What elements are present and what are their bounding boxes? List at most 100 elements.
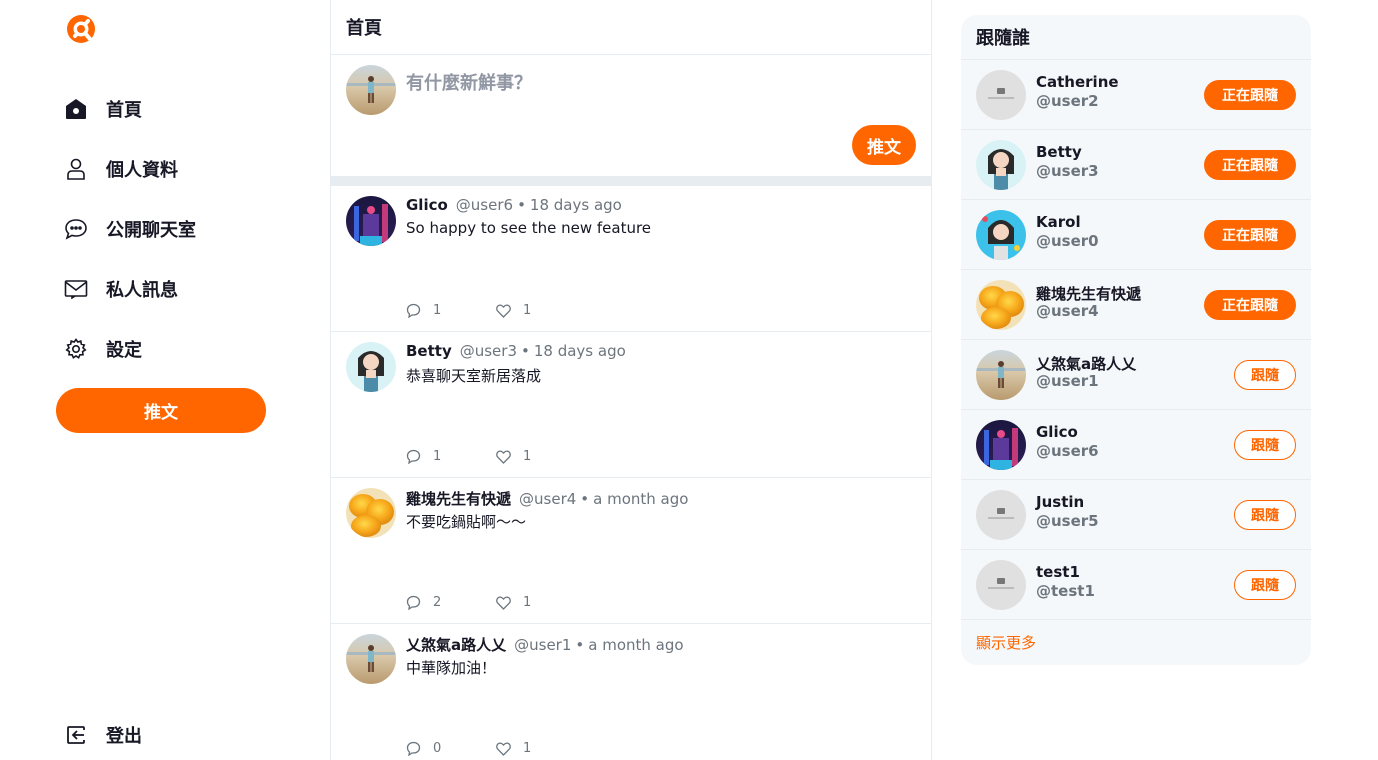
follow-user-handle: @user6 (1036, 442, 1099, 460)
follow-user-name[interactable]: Catherine (1036, 73, 1119, 91)
nav-label: 首頁 (106, 100, 142, 121)
nav-item-public-chat[interactable]: 公開聊天室 (64, 214, 196, 244)
reply-icon (406, 741, 421, 756)
tweet-handle: @user3 (459, 342, 517, 360)
avatar[interactable] (976, 210, 1026, 260)
avatar[interactable] (976, 140, 1026, 190)
follow-user-name[interactable]: Glico (1036, 423, 1078, 441)
reply-count: 1 (433, 303, 442, 318)
nav-item-profile[interactable]: 個人資料 (64, 154, 178, 184)
heart-icon (496, 449, 511, 464)
separator: • (580, 490, 590, 508)
nav-item-home[interactable]: 首頁 (64, 94, 142, 124)
tweet-author-name[interactable]: 雞塊先生有快遞 (406, 488, 511, 509)
tweet-time: a month ago (593, 490, 689, 508)
following-button[interactable]: 正在跟隨 (1204, 290, 1296, 320)
reply-icon (406, 449, 421, 464)
tweet-author-name[interactable]: Betty (406, 342, 452, 360)
like-button[interactable]: 1 (496, 741, 586, 756)
tweet-item[interactable]: 雞塊先生有快遞 @user4 • a month ago 不要吃鍋貼啊～～ 2 … (331, 478, 931, 624)
tweet-text: 中華隊加油！ (406, 659, 497, 677)
like-count: 1 (523, 449, 532, 464)
tweet-time: 18 days ago (533, 342, 626, 360)
follow-user-name[interactable]: 雞塊先生有快遞 (1036, 283, 1141, 304)
tweet-author-name[interactable]: Glico (406, 196, 448, 214)
nav-item-settings[interactable]: 設定 (64, 334, 142, 364)
reply-button[interactable]: 1 (406, 303, 496, 318)
avatar (346, 196, 396, 246)
follow-user-handle: @user1 (1036, 372, 1099, 390)
follow-user-handle: @user2 (1036, 92, 1099, 110)
avatar[interactable] (976, 560, 1026, 610)
follow-user-handle: @user5 (1036, 512, 1099, 530)
avatar[interactable] (976, 70, 1026, 120)
page-title: 首頁 (331, 0, 931, 55)
compose-input[interactable] (406, 73, 906, 94)
tweet-item[interactable]: Glico @user6 • 18 days ago So happy to s… (331, 186, 931, 332)
separator: • (517, 196, 526, 214)
follow-button[interactable]: 跟隨 (1234, 360, 1296, 390)
follow-user-handle: @user0 (1036, 232, 1099, 250)
follow-user-row: test1 @test1 跟隨 (961, 550, 1311, 620)
heart-icon (496, 303, 511, 318)
following-button[interactable]: 正在跟隨 (1204, 220, 1296, 250)
follow-user-row: Justin @user5 跟隨 (961, 480, 1311, 550)
follow-button[interactable]: 跟隨 (1234, 500, 1296, 530)
nav-label: 設定 (106, 340, 142, 361)
separator: • (521, 342, 530, 360)
avatar[interactable] (976, 280, 1026, 330)
follow-user-row: Karol @user0 正在跟隨 (961, 200, 1311, 270)
tweet-header: 乂煞氣a路人乂 @user1 • a month ago (406, 634, 684, 655)
nav-item-messages[interactable]: 私人訊息 (64, 274, 178, 304)
follow-user-name[interactable]: Betty (1036, 143, 1082, 161)
following-button[interactable]: 正在跟隨 (1204, 80, 1296, 110)
nav-label: 公開聊天室 (106, 220, 196, 241)
reply-count: 1 (433, 449, 442, 464)
avatar[interactable] (976, 420, 1026, 470)
tweet-item[interactable]: 乂煞氣a路人乂 @user1 • a month ago 中華隊加油！ 0 1 (331, 624, 931, 760)
logo-icon[interactable] (66, 14, 96, 44)
tweet-header: Glico @user6 • 18 days ago (406, 196, 622, 214)
like-button[interactable]: 1 (496, 595, 586, 610)
tweet-text: 恭喜聊天室新居落成 (406, 367, 542, 385)
reply-button[interactable]: 0 (406, 741, 496, 756)
tweet-time: a month ago (588, 636, 684, 654)
follow-button[interactable]: 跟隨 (1234, 430, 1296, 460)
tweet-text: So happy to see the new feature (406, 219, 652, 237)
follow-user-name[interactable]: 乂煞氣a路人乂 (1036, 353, 1136, 374)
follow-user-name[interactable]: Justin (1036, 493, 1084, 511)
tweet-header: Betty @user3 • 18 days ago (406, 342, 626, 360)
compose-tweet-button[interactable]: 推文 (852, 125, 916, 165)
logout-button[interactable]: 登出 (64, 720, 142, 750)
nav-label: 個人資料 (106, 160, 178, 181)
tweet-button[interactable]: 推文 (56, 388, 266, 433)
follow-user-name[interactable]: Karol (1036, 213, 1081, 231)
tweet-item[interactable]: Betty @user3 • 18 days ago 恭喜聊天室新居落成 1 1 (331, 332, 931, 478)
follow-button[interactable]: 跟隨 (1234, 570, 1296, 600)
tweet-actions: 2 1 (406, 595, 586, 610)
reply-button[interactable]: 1 (406, 449, 496, 464)
tweet-handle: @user6 (455, 196, 514, 214)
tweet-actions: 1 1 (406, 303, 586, 318)
avatar[interactable] (976, 350, 1026, 400)
tweet-text: 不要吃鍋貼啊～～ (406, 513, 527, 531)
tweet-composer: 推文 (331, 55, 931, 176)
like-button[interactable]: 1 (496, 303, 586, 318)
show-more-link[interactable]: 顯示更多 (976, 632, 1036, 653)
follow-user-name[interactable]: test1 (1036, 563, 1080, 581)
main-timeline: 首頁 推文 Glico @user6 • 18 days ago So happ… (330, 0, 932, 760)
sidebar: 首頁 個人資料 公開聊天室 私人訊息 設定 推文 登出 (0, 0, 330, 760)
tweet-time: 18 days ago (529, 196, 622, 214)
tweet-author-name[interactable]: 乂煞氣a路人乂 (406, 634, 506, 655)
tweet-actions: 1 1 (406, 449, 586, 464)
reply-button[interactable]: 2 (406, 595, 496, 610)
following-button[interactable]: 正在跟隨 (1204, 150, 1296, 180)
reply-count: 0 (433, 741, 442, 756)
like-count: 1 (523, 595, 532, 610)
like-button[interactable]: 1 (496, 449, 586, 464)
gear-icon (64, 337, 88, 361)
follow-user-handle: @user3 (1036, 162, 1099, 180)
user-icon (64, 157, 88, 181)
avatar (346, 342, 396, 392)
avatar[interactable] (976, 490, 1026, 540)
